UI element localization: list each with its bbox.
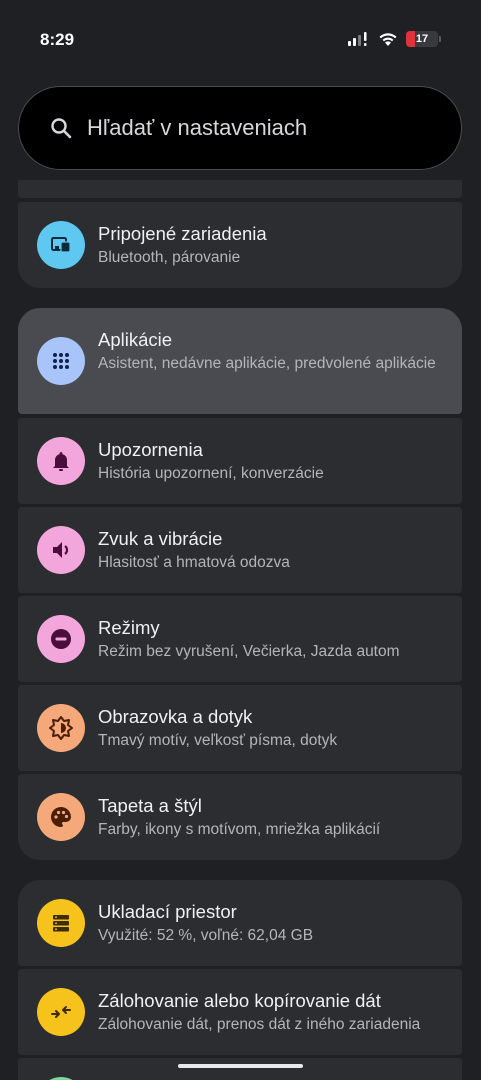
palette-icon — [37, 793, 85, 841]
wifi-icon — [379, 32, 397, 46]
item-title: Obrazovka a dotyk — [98, 706, 253, 727]
item-title: Pripojené zariadenia — [98, 223, 267, 244]
settings-item-backup[interactable]: Zálohovanie alebo kopírovanie dát Záloho… — [18, 969, 462, 1055]
do-not-disturb-icon — [37, 615, 85, 663]
item-subtitle: Režim bez vyrušení, Večierka, Jazda auto… — [98, 643, 400, 660]
status-bar: 8:29 17 — [0, 0, 481, 80]
battery-level: 17 — [415, 33, 429, 45]
search-icon — [51, 118, 72, 139]
settings-item-display[interactable]: Obrazovka a dotyk Tmavý motív, veľkosť p… — [18, 685, 462, 771]
settings-item-notifications[interactable]: Upozornenia História upozornení, konverz… — [18, 418, 462, 504]
storage-icon — [37, 899, 85, 947]
settings-item-connected-devices[interactable]: Pripojené zariadenia Bluetooth, párovani… — [18, 202, 462, 288]
settings-item-apps[interactable]: Aplikácie Asistent, nedávne aplikácie, p… — [18, 308, 462, 414]
previous-card-edge — [18, 180, 462, 198]
settings-item-wallpaper[interactable]: Tapeta a štýl Farby, ikony s motívom, mr… — [18, 774, 462, 860]
item-subtitle: Hlasitosť a hmatová odozva — [98, 554, 290, 571]
search-input[interactable]: Hľadať v nastaveniach — [18, 86, 462, 170]
item-subtitle: Farby, ikony s motívom, mriežka aplikáci… — [98, 821, 381, 838]
brightness-icon — [37, 704, 85, 752]
item-subtitle: Zálohovanie dát, prenos dát z iného zari… — [98, 1016, 421, 1033]
item-subtitle: Využité: 52 %, voľné: 62,04 GB — [98, 927, 314, 944]
item-title: Režimy — [98, 617, 160, 638]
status-icons: 17 — [348, 30, 441, 48]
item-title: Zvuk a vibrácie — [98, 528, 223, 549]
item-title: Zálohovanie alebo kopírovanie dát — [98, 990, 381, 1011]
item-subtitle: Asistent, nedávne aplikácie, predvolené … — [98, 355, 436, 372]
item-subtitle: Tmavý motív, veľkosť písma, dotyk — [98, 732, 338, 749]
bell-icon — [37, 437, 85, 485]
item-title: Tapeta a štýl — [98, 795, 202, 816]
item-title: Ukladací priestor — [98, 901, 237, 922]
cellular-signal-icon — [348, 32, 367, 46]
backup-transfer-icon — [37, 988, 85, 1036]
apps-grid-icon — [37, 337, 85, 385]
settings-item-modes[interactable]: Režimy Režim bez vyrušení, Večierka, Jaz… — [18, 596, 462, 682]
item-title: Upozornenia — [98, 439, 203, 460]
item-title: Aplikácie — [98, 329, 173, 350]
item-subtitle: Bluetooth, párovanie — [98, 249, 241, 266]
speaker-icon — [37, 526, 85, 574]
settings-item-next[interactable] — [18, 1058, 462, 1080]
settings-item-storage[interactable]: Ukladací priestor Využité: 52 %, voľné: … — [18, 880, 462, 966]
home-indicator[interactable] — [178, 1064, 303, 1068]
connected-devices-icon — [37, 221, 85, 269]
status-time: 8:29 — [40, 30, 75, 49]
settings-item-sound[interactable]: Zvuk a vibrácie Hlasitosť a hmatová odoz… — [18, 507, 462, 593]
battery-icon: 17 — [406, 31, 441, 47]
search-placeholder: Hľadať v nastaveniach — [87, 115, 308, 140]
item-subtitle: História upozornení, konverzácie — [98, 465, 324, 482]
